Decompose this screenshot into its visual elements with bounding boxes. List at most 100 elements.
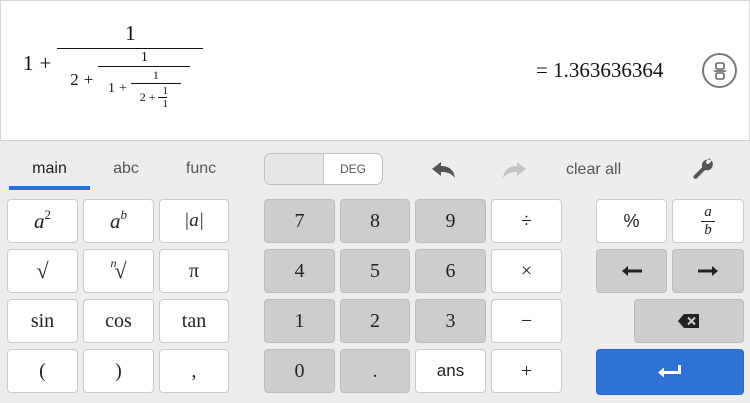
key-label: 1 [294, 309, 305, 332]
fraction-numerator: 1 [140, 50, 148, 65]
key-label: 7 [294, 209, 305, 232]
key-label: ans [436, 361, 465, 380]
wrench-icon [693, 158, 713, 179]
redo-button[interactable] [496, 157, 534, 183]
digit-6-key[interactable]: 6 [415, 249, 486, 293]
key-label: 5 [370, 259, 380, 282]
plus-key[interactable]: + [491, 349, 562, 393]
minus-key[interactable]: − [491, 299, 562, 343]
key-label: % [623, 210, 640, 231]
digit-4-key[interactable]: 4 [264, 249, 335, 293]
key-label: ÷ [521, 209, 532, 232]
enter-icon [658, 365, 681, 378]
fraction-decimal-icon [713, 61, 726, 80]
key-label: − [520, 309, 533, 332]
enter-key[interactable] [596, 349, 744, 395]
sin-key[interactable]: sin [7, 299, 78, 343]
key-label: ) [115, 359, 122, 382]
key-label: cos [105, 309, 132, 332]
deg-label: DEG [339, 162, 366, 176]
fraction-numerator: 1 [152, 68, 159, 82]
key-label: a [34, 208, 45, 233]
digit-0-key[interactable]: 0 [264, 349, 335, 393]
keypad: main abc func DEG clear all a2 ab |a| √ … [0, 141, 750, 403]
absolute-value-key[interactable]: |a| [159, 199, 229, 243]
key-exponent: 2 [44, 207, 52, 222]
fraction-level-2: 1 1 + 1 2 + 1 1 [98, 50, 191, 110]
decimal-point-key[interactable]: . [340, 349, 410, 393]
key-label: × [520, 259, 533, 282]
key-label: 4 [294, 259, 305, 282]
power-key[interactable]: ab [83, 199, 154, 243]
cursor-left-key[interactable] [596, 249, 667, 293]
math-expression[interactable]: 1 + 1 2 + 1 1 + 1 2 + 1 1 [23, 17, 204, 110]
expr-term: 1 [23, 51, 34, 75]
left-paren-key[interactable]: ( [7, 349, 78, 393]
multiply-key[interactable]: × [491, 249, 562, 293]
key-exponent: n [110, 255, 117, 270]
key-label: a [110, 208, 121, 233]
key-label: √ [36, 258, 49, 283]
arrow-left-icon [621, 266, 642, 276]
key-label: ( [39, 359, 46, 382]
expr-term: 2 [70, 70, 79, 89]
expr-term: 2 [139, 90, 146, 104]
tan-key[interactable]: tan [159, 299, 229, 343]
tab-main[interactable]: main [9, 151, 90, 191]
digit-9-key[interactable]: 9 [415, 199, 486, 243]
tab-func[interactable]: func [170, 151, 232, 191]
fraction-level-4: 1 1 [158, 85, 172, 110]
fraction-denominator: 1 [162, 98, 168, 110]
sqrt-key[interactable]: √ [7, 249, 78, 293]
digit-1-key[interactable]: 1 [264, 299, 335, 343]
key-label: , [191, 359, 197, 382]
percent-key[interactable]: % [596, 199, 667, 243]
expression-display[interactable]: 1 + 1 2 + 1 1 + 1 2 + 1 1 = 1.363636364 [0, 0, 750, 141]
key-label: 8 [370, 209, 380, 232]
fraction-key[interactable]: a b [672, 199, 744, 243]
pi-key[interactable]: π [159, 249, 229, 293]
key-label: |a| [184, 210, 204, 231]
angle-mode-switch-knob [265, 154, 324, 184]
nth-root-key[interactable]: n √ [83, 249, 154, 293]
expr-operator: + [148, 90, 156, 104]
digit-5-key[interactable]: 5 [340, 249, 410, 293]
backspace-key[interactable] [634, 299, 744, 343]
divide-key[interactable]: ÷ [491, 199, 562, 243]
ans-key[interactable]: ans [415, 349, 486, 393]
digit-2-key[interactable]: 2 [340, 299, 410, 343]
result-value: = 1.363636364 [536, 58, 664, 82]
redo-icon [503, 162, 526, 178]
clear-all-button[interactable]: clear all [566, 161, 621, 179]
fraction-toggle-button[interactable] [702, 53, 737, 88]
expr-term: 1 [107, 81, 115, 96]
arrow-right-icon [698, 266, 718, 276]
expr-operator: + [83, 70, 94, 89]
cursor-right-key[interactable] [672, 249, 744, 293]
key-label: π [188, 259, 200, 282]
backspace-icon [678, 314, 699, 328]
tab-abc[interactable]: abc [96, 151, 156, 191]
digit-7-key[interactable]: 7 [264, 199, 335, 243]
angle-mode-toggle[interactable]: DEG [264, 153, 383, 185]
fraction-key-symbol: a b [701, 204, 715, 238]
comma-key[interactable]: , [159, 349, 229, 393]
key-label: + [520, 359, 533, 382]
right-paren-key[interactable]: ) [83, 349, 154, 393]
digit-8-key[interactable]: 8 [340, 199, 410, 243]
key-label: tan [181, 309, 207, 332]
fraction-numerator: 1 [162, 85, 168, 97]
square-key[interactable]: a2 [7, 199, 78, 243]
undo-icon [432, 162, 455, 178]
key-label: . [372, 359, 378, 382]
key-label: 6 [445, 259, 456, 282]
key-label: sin [30, 309, 55, 332]
cos-key[interactable]: cos [83, 299, 154, 343]
key-exponent: b [120, 207, 128, 222]
key-label: 3 [445, 309, 456, 332]
expr-operator: + [39, 51, 52, 75]
undo-button[interactable] [424, 157, 462, 183]
settings-button[interactable] [688, 155, 718, 183]
digit-3-key[interactable]: 3 [415, 299, 486, 343]
fraction-numerator: 1 [125, 21, 136, 45]
